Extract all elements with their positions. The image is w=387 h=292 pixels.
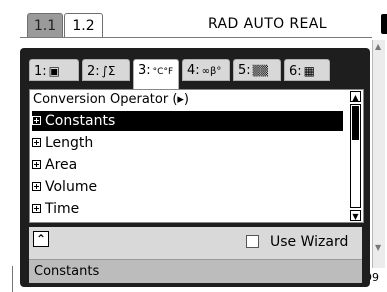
scroll-down-icon[interactable]: ▼ bbox=[350, 210, 361, 221]
catalog-tab-number: 2: bbox=[87, 64, 100, 79]
list-item-label: Constants bbox=[45, 113, 116, 129]
catalog-tab-number: 3: bbox=[138, 63, 151, 78]
catalog-tab-1[interactable]: 1: ▣ bbox=[29, 59, 79, 81]
library-icon: ▦ bbox=[303, 64, 315, 78]
list-item-length[interactable]: Length bbox=[32, 133, 343, 153]
collapse-chevron-icon[interactable]: ⌃ bbox=[33, 231, 49, 247]
expand-icon[interactable] bbox=[32, 138, 41, 147]
list-item-constants[interactable]: Constants bbox=[32, 111, 343, 131]
catalog-tab-6[interactable]: 6: ▦ bbox=[284, 59, 330, 81]
catalog-dialog: 1: ▣ 2: ∫Σ 3: °C°F 4: ∞β° 5: ▒▒ 6: ▦ Conversio… bbox=[20, 48, 370, 287]
list-item-label: Length bbox=[45, 135, 94, 151]
use-wizard-label[interactable]: Use Wizard bbox=[270, 234, 348, 250]
help-status-bar: Constants bbox=[29, 259, 362, 283]
document-scrollbar[interactable]: ▲ ▼ bbox=[372, 40, 385, 268]
list-scrollbar[interactable]: ▲ ▼ bbox=[350, 91, 362, 221]
list-item-volume[interactable]: Volume bbox=[32, 177, 343, 197]
catalog-footer: ⌃ Use Wizard Constants bbox=[29, 227, 362, 283]
catalog-tab-4[interactable]: 4: ∞β° bbox=[182, 59, 230, 81]
list-item-label: Volume bbox=[45, 179, 98, 195]
integral-sigma-icon: ∫Σ bbox=[101, 64, 116, 78]
scroll-up-icon[interactable]: ▲ bbox=[350, 91, 361, 102]
symbols-icon: ∞β° bbox=[201, 66, 222, 77]
tab-divider bbox=[20, 37, 372, 38]
doc-tab-1-1[interactable]: 1.1 bbox=[27, 13, 63, 38]
document-edge bbox=[12, 266, 13, 292]
list-item-label: Time bbox=[45, 201, 80, 217]
expand-icon[interactable] bbox=[32, 160, 41, 169]
catalog-tab-3[interactable]: 3: °C°F bbox=[133, 59, 179, 89]
scroll-thumb[interactable] bbox=[352, 106, 359, 140]
catalog-tab-5[interactable]: 5: ▒▒ bbox=[233, 59, 281, 81]
top-bar: 1.1 1.2 RAD AUTO REAL bbox=[0, 0, 387, 40]
expand-icon[interactable] bbox=[32, 116, 41, 125]
mode-status: RAD AUTO REAL bbox=[208, 16, 327, 32]
catalog-tab-number: 6: bbox=[289, 64, 302, 79]
scroll-down-icon[interactable]: ▼ bbox=[375, 243, 381, 252]
book-icon: ▣ bbox=[48, 64, 60, 78]
help-status-text: Constants bbox=[34, 264, 100, 279]
expand-icon[interactable] bbox=[32, 204, 41, 213]
catalog-tab-number: 5: bbox=[238, 63, 251, 78]
catalog-tab-number: 4: bbox=[187, 63, 200, 78]
expand-icon[interactable] bbox=[32, 182, 41, 191]
scroll-track[interactable] bbox=[350, 104, 361, 208]
catalog-list: Conversion Operator (▸) Constants Length… bbox=[29, 89, 364, 223]
use-wizard-checkbox[interactable] bbox=[246, 235, 259, 248]
battery-icon bbox=[381, 14, 387, 34]
unit-conversion-icon: °C°F bbox=[152, 67, 174, 77]
doc-tab-1-2[interactable]: 1.2 bbox=[64, 13, 103, 38]
list-item-time[interactable]: Time bbox=[32, 199, 343, 219]
list-item-label: Area bbox=[45, 157, 78, 173]
templates-icon: ▒▒ bbox=[252, 66, 269, 77]
scroll-up-icon[interactable]: ▲ bbox=[375, 42, 381, 51]
list-item-area[interactable]: Area bbox=[32, 155, 343, 175]
catalog-tab-2[interactable]: 2: ∫Σ bbox=[82, 59, 130, 81]
conversion-operator-item[interactable]: Conversion Operator (▸) bbox=[33, 92, 189, 107]
catalog-tab-number: 1: bbox=[34, 64, 47, 79]
